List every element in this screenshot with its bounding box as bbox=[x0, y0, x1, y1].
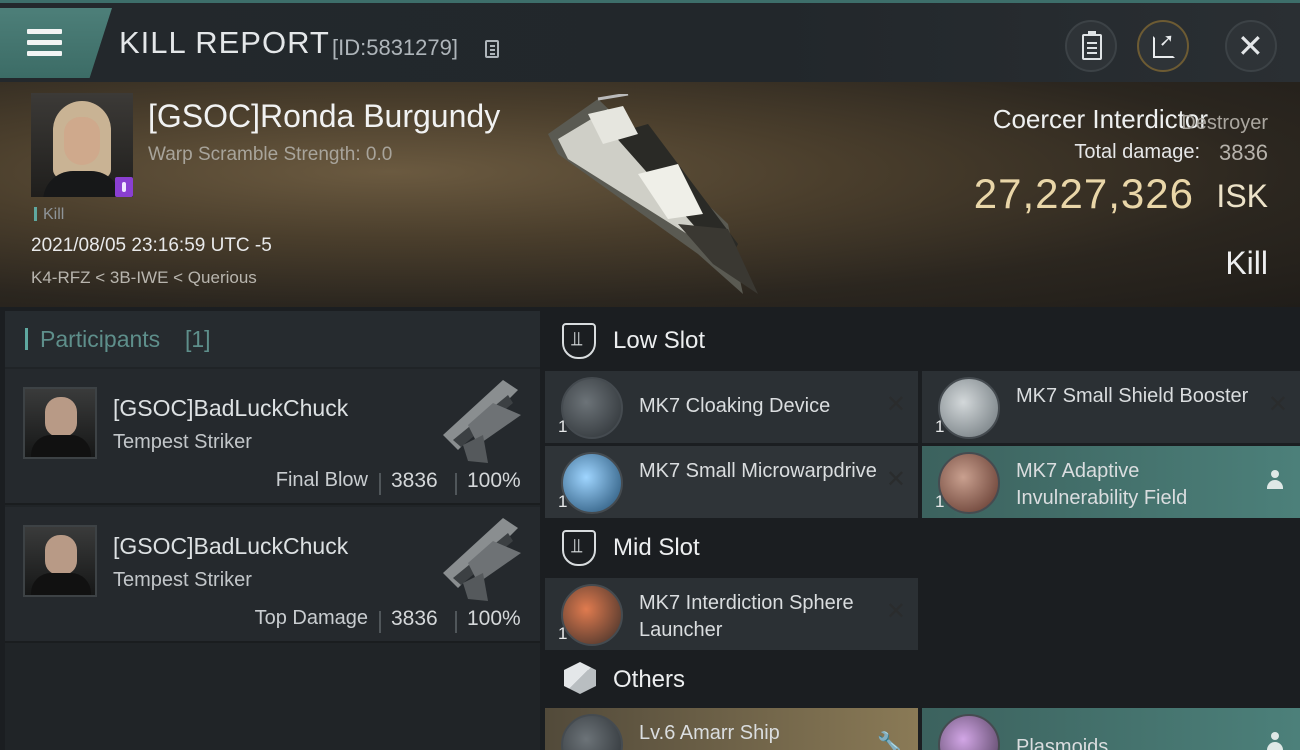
menu-icon bbox=[27, 29, 62, 57]
menu-button[interactable] bbox=[0, 8, 112, 78]
kill-report-window: KILL REPORT [ID:5831279] ✕ [GSOC]Ronda B… bbox=[0, 0, 1300, 750]
warp-scramble-text: Warp Scramble Strength: 0.0 bbox=[148, 144, 393, 165]
victim-ship-class: Destroyer bbox=[1181, 112, 1268, 134]
participant-damage: 3836 bbox=[391, 469, 438, 492]
victim-name[interactable]: [GSOC]Ronda Burgundy bbox=[148, 98, 500, 135]
cargo-item[interactable]: Lv.6 Amarr Ship 🔧 bbox=[545, 708, 918, 750]
fitted-item[interactable]: 1 MK7 Small Microwarpdrive ✕ bbox=[545, 446, 918, 518]
close-icon: ✕ bbox=[1237, 28, 1264, 64]
pilot-ship-image[interactable] bbox=[433, 513, 525, 603]
destroyed-icon: ✕ bbox=[1267, 391, 1288, 418]
fitted-item[interactable]: 1 MK7 Interdiction Sphere Launcher ✕ bbox=[545, 578, 918, 650]
clipboard-button[interactable] bbox=[1065, 20, 1117, 72]
kill-tag: Kill bbox=[34, 206, 64, 224]
item-quantity: 1 bbox=[558, 492, 568, 511]
corp-badge-icon bbox=[115, 177, 133, 197]
item-name: MK7 Interdiction Sphere Launcher bbox=[639, 592, 854, 641]
participant-damage: 3836 bbox=[391, 607, 438, 630]
pilot-name: [GSOC]BadLuckChuck bbox=[113, 533, 349, 559]
fitted-item[interactable]: 1 MK7 Adaptive Invulnerability Field bbox=[922, 446, 1300, 518]
participant-stat-label: Top Damage bbox=[254, 607, 368, 629]
pilot-ship-image[interactable] bbox=[433, 375, 525, 465]
separator bbox=[379, 611, 381, 633]
wrench-icon: 🔧 bbox=[877, 732, 902, 750]
kill-datetime: 2021/08/05 23:16:59 UTC -5 bbox=[31, 235, 272, 256]
participant-percent: 100% bbox=[467, 607, 521, 630]
microwarpdrive-icon bbox=[561, 452, 623, 514]
invulnerability-field-icon bbox=[938, 452, 1000, 514]
dropped-person-icon bbox=[1266, 470, 1284, 490]
share-button[interactable] bbox=[1137, 20, 1189, 72]
low-slot-header: Low Slot bbox=[545, 311, 1300, 371]
low-slot-title: Low Slot bbox=[613, 327, 706, 354]
victim-ship-name[interactable]: Coercer Interdictor bbox=[993, 104, 1208, 135]
pilot-ship: Tempest Striker bbox=[113, 569, 252, 591]
plasmoids-icon bbox=[938, 714, 1000, 750]
kill-result: Kill bbox=[1225, 245, 1268, 281]
cargo-item[interactable]: Plasmoids bbox=[922, 708, 1300, 750]
share-icon bbox=[1153, 30, 1175, 58]
clipboard-icon bbox=[1082, 31, 1102, 60]
dropped-person-icon bbox=[1266, 732, 1284, 750]
item-name: MK7 Cloaking Device bbox=[639, 395, 831, 417]
mid-slot-header: Mid Slot bbox=[545, 518, 1300, 578]
shield-booster-icon bbox=[938, 377, 1000, 439]
fitted-item[interactable]: 1 MK7 Cloaking Device ✕ bbox=[545, 371, 918, 443]
participant-stat-label: Final Blow bbox=[275, 469, 368, 491]
cargo-box-icon bbox=[564, 662, 596, 694]
participant-row[interactable]: [GSOC]BadLuckChuck Tempest Striker Final… bbox=[5, 369, 540, 505]
participant-row[interactable]: [GSOC]BadLuckChuck Tempest Striker Top D… bbox=[5, 507, 540, 643]
cloaking-device-icon bbox=[561, 377, 623, 439]
victim-ship-image[interactable] bbox=[528, 94, 778, 304]
fitted-item[interactable]: 1 MK7 Small Shield Booster ✕ bbox=[922, 371, 1300, 443]
item-name: MK7 Adaptive Invulnerability Field bbox=[1016, 460, 1188, 509]
destroyed-icon: ✕ bbox=[885, 391, 906, 418]
separator bbox=[455, 473, 457, 495]
pilot-ship: Tempest Striker bbox=[113, 431, 252, 453]
close-button[interactable]: ✕ bbox=[1225, 20, 1277, 72]
separator bbox=[455, 611, 457, 633]
pilot-name: [GSOC]BadLuckChuck bbox=[113, 395, 349, 421]
mid-slot-title: Mid Slot bbox=[613, 534, 700, 561]
total-damage-value: 3836 bbox=[1219, 140, 1268, 165]
participants-title: Participants bbox=[40, 326, 161, 352]
victim-banner: [GSOC]Ronda Burgundy Warp Scramble Stren… bbox=[0, 82, 1300, 307]
isk-unit: ISK bbox=[1216, 178, 1268, 214]
separator bbox=[379, 473, 381, 495]
pilot-avatar[interactable] bbox=[23, 525, 97, 597]
item-quantity: 1 bbox=[935, 492, 945, 511]
others-header: Others bbox=[545, 650, 1300, 710]
item-quantity: 1 bbox=[558, 417, 568, 436]
slot-shield-icon bbox=[562, 530, 596, 566]
item-name: Lv.6 Amarr Ship bbox=[639, 722, 780, 744]
item-name: MK7 Small Microwarpdrive bbox=[639, 460, 877, 482]
isk-value: 27,227,326 bbox=[973, 170, 1194, 217]
participants-count: [1] bbox=[185, 326, 211, 352]
item-quantity: 1 bbox=[935, 417, 945, 436]
copy-icon[interactable] bbox=[485, 40, 499, 58]
amarr-ship-module-icon bbox=[561, 714, 623, 750]
participant-percent: 100% bbox=[467, 469, 521, 492]
item-quantity: 1 bbox=[558, 624, 568, 643]
participants-panel: Participants [1] [GSOC]BadLuckChuck Temp… bbox=[5, 311, 540, 750]
top-bar: KILL REPORT [ID:5831279] ✕ bbox=[0, 0, 1300, 82]
destroyed-icon: ✕ bbox=[885, 598, 906, 625]
interdiction-launcher-icon bbox=[561, 584, 623, 646]
item-name: MK7 Small Shield Booster bbox=[1016, 385, 1249, 407]
participants-header: Participants [1] bbox=[5, 311, 540, 367]
slot-shield-icon bbox=[562, 323, 596, 359]
report-id: [ID:5831279] bbox=[332, 35, 458, 60]
destroyed-icon: ✕ bbox=[885, 466, 906, 493]
item-name: Plasmoids bbox=[1016, 736, 1109, 750]
page-title: KILL REPORT bbox=[119, 25, 330, 60]
others-title: Others bbox=[613, 666, 686, 693]
kill-location[interactable]: K4-RFZ < 3B-IWE < Querious bbox=[31, 268, 257, 288]
total-damage-label: Total damage: bbox=[1074, 141, 1200, 163]
pilot-avatar[interactable] bbox=[23, 387, 97, 459]
